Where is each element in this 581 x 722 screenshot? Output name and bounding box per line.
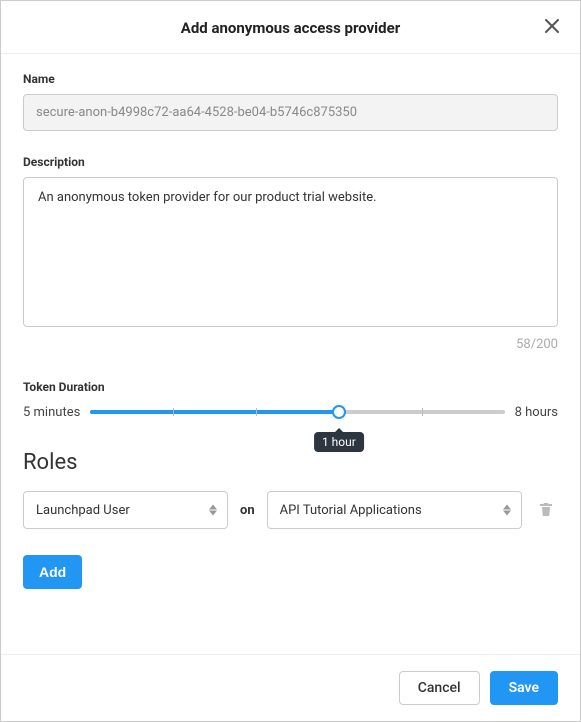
delete-role-button[interactable] xyxy=(534,497,558,524)
roles-heading: Roles xyxy=(23,450,558,475)
slider-tick xyxy=(256,408,257,416)
close-icon xyxy=(545,19,559,36)
name-input[interactable] xyxy=(23,94,558,131)
cancel-button[interactable]: Cancel xyxy=(399,671,480,705)
app-select-value: API Tutorial Applications xyxy=(280,503,422,518)
save-button[interactable]: Save xyxy=(490,671,558,705)
token-duration-slider-row: 5 minutes 1 hour 8 hours xyxy=(23,402,558,422)
on-label: on xyxy=(240,503,255,518)
description-textarea[interactable]: An anonymous token provider for our prod… xyxy=(23,177,558,327)
close-button[interactable] xyxy=(542,17,562,37)
add-role-button[interactable]: Add xyxy=(23,555,82,589)
sort-icon xyxy=(209,505,217,516)
modal-title: Add anonymous access provider xyxy=(181,19,400,37)
slider-value-text: 1 hour xyxy=(322,435,356,449)
role-row: Launchpad User on API Tutorial Applicati… xyxy=(23,491,558,529)
modal-footer: Cancel Save xyxy=(1,654,580,721)
slider-track: 1 hour xyxy=(90,410,504,414)
trash-icon xyxy=(538,505,554,520)
description-field-group: Description An anonymous token provider … xyxy=(23,155,558,352)
token-duration-slider[interactable]: 1 hour xyxy=(90,402,504,422)
name-field-group: Name xyxy=(23,72,558,131)
modal-header: Add anonymous access provider xyxy=(1,1,580,54)
app-select[interactable]: API Tutorial Applications xyxy=(267,491,522,529)
sort-icon xyxy=(503,505,511,516)
description-label: Description xyxy=(23,155,558,169)
duration-max-label: 8 hours xyxy=(515,405,558,420)
role-select-value: Launchpad User xyxy=(36,503,130,518)
slider-value-tooltip: 1 hour xyxy=(314,432,364,452)
token-duration-group: Token Duration 5 minutes 1 hour xyxy=(23,376,558,422)
slider-tick xyxy=(173,408,174,416)
token-duration-label: Token Duration xyxy=(23,380,558,394)
role-select[interactable]: Launchpad User xyxy=(23,491,228,529)
slider-fill xyxy=(90,410,339,414)
duration-min-label: 5 minutes xyxy=(23,405,80,420)
slider-tick xyxy=(422,408,423,416)
slider-thumb[interactable] xyxy=(332,405,346,419)
name-label: Name xyxy=(23,72,558,86)
description-char-count: 58/200 xyxy=(23,337,558,352)
roles-section: Roles Launchpad User on API Tutorial App… xyxy=(23,450,558,589)
add-anonymous-access-modal: Add anonymous access provider Name Descr… xyxy=(0,0,581,722)
modal-body: Name Description An anonymous token prov… xyxy=(1,54,580,654)
